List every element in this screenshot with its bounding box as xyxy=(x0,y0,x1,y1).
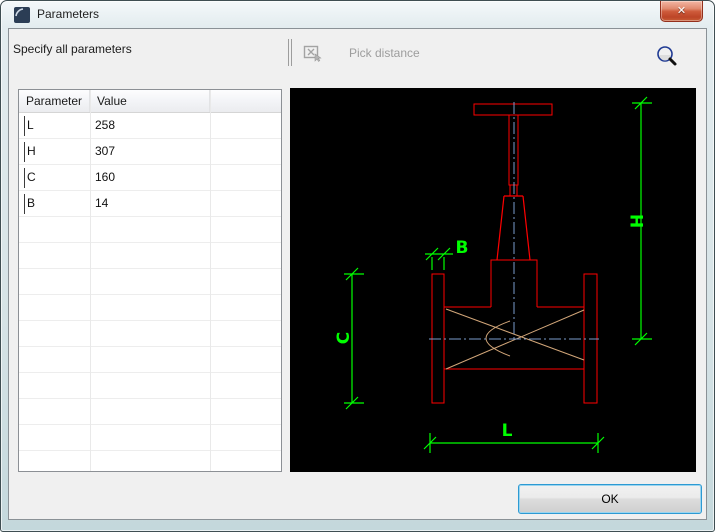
app-icon xyxy=(14,7,30,23)
table-row-empty[interactable] xyxy=(19,321,281,347)
table-row-empty[interactable] xyxy=(19,399,281,425)
window-title: Parameters xyxy=(37,7,100,21)
table-row[interactable]: H 307 xyxy=(19,139,281,165)
table-row-empty[interactable] xyxy=(19,269,281,295)
table-row-empty[interactable] xyxy=(19,243,281,269)
zoom-icon[interactable] xyxy=(655,45,679,69)
table-row[interactable]: L 258 xyxy=(19,113,281,139)
table-body: L 258 H 307 C 160 B 14 xyxy=(19,113,281,471)
table-row-empty[interactable] xyxy=(19,373,281,399)
cell-caret xyxy=(24,168,25,188)
drawing-background xyxy=(290,88,696,472)
cell-caret xyxy=(24,142,25,162)
value-cell[interactable]: 14 xyxy=(95,196,108,210)
column-header-parameter[interactable]: Parameter xyxy=(19,90,90,112)
toolbar-separator xyxy=(288,39,292,66)
dialog-client-area: Specify all parameters Pick distance Par… xyxy=(8,28,707,520)
parameter-cell[interactable]: C xyxy=(27,170,36,184)
parameters-table: Parameter Value L 258 H 307 C 160 B 14 xyxy=(18,89,282,472)
close-icon: ✕ xyxy=(676,5,687,17)
close-button[interactable]: ✕ xyxy=(660,1,703,22)
column-header-extra[interactable] xyxy=(210,90,281,112)
preview-panel[interactable]: H C B L xyxy=(290,88,696,472)
cell-caret xyxy=(24,116,25,136)
instruction-label: Specify all parameters xyxy=(13,42,132,56)
dimension-label-c: C xyxy=(334,332,354,344)
title-bar[interactable]: Parameters ✕ xyxy=(1,1,714,28)
parameter-cell[interactable]: B xyxy=(27,196,35,210)
value-cell[interactable]: 307 xyxy=(95,144,115,158)
table-row[interactable]: C 160 xyxy=(19,165,281,191)
dimension-label-b: B xyxy=(456,238,469,258)
table-row-empty[interactable] xyxy=(19,347,281,373)
parameter-cell[interactable]: H xyxy=(27,144,36,158)
value-cell[interactable]: 160 xyxy=(95,170,115,184)
cell-caret xyxy=(24,194,25,214)
parameters-dialog: Parameters ✕ Specify all parameters Pick… xyxy=(0,0,715,532)
table-row-empty[interactable] xyxy=(19,425,281,451)
dimension-label-h: H xyxy=(628,214,648,228)
table-row-empty[interactable] xyxy=(19,217,281,243)
valve-drawing: H C B L xyxy=(290,88,696,472)
column-divider xyxy=(210,90,211,471)
dimension-label-l: L xyxy=(502,421,513,441)
column-divider xyxy=(90,90,91,471)
table-row-empty[interactable] xyxy=(19,451,281,471)
pick-distance-label: Pick distance xyxy=(349,46,420,60)
ok-button[interactable]: OK xyxy=(518,484,702,514)
value-cell[interactable]: 258 xyxy=(95,118,115,132)
table-row-empty[interactable] xyxy=(19,295,281,321)
parameter-cell[interactable]: L xyxy=(27,118,34,132)
column-header-value[interactable]: Value xyxy=(90,90,210,112)
table-row[interactable]: B 14 xyxy=(19,191,281,217)
pick-distance-icon[interactable] xyxy=(302,43,324,65)
table-header: Parameter Value xyxy=(19,90,281,113)
